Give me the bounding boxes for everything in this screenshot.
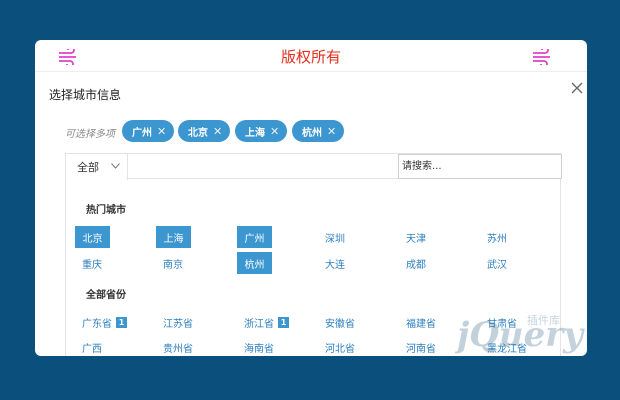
province-label: 广西 bbox=[82, 343, 102, 355]
chip-label: 杭州 bbox=[302, 127, 322, 139]
city-nanjing[interactable]: 南京 bbox=[163, 252, 183, 274]
city-label: 南京 bbox=[163, 259, 183, 271]
chip-label: 北京 bbox=[188, 127, 208, 139]
city-label: 广州 bbox=[244, 233, 265, 245]
page-card: 版权所有 选择城市信息 可选择多项 广州 ✕ 北京 ✕ 上海 ✕ 杭州 ✕ 全部 bbox=[35, 40, 587, 356]
watermark-text: 插件库 bbox=[527, 313, 560, 327]
hot-cities-title: 热门城市 bbox=[86, 205, 126, 216]
chip-remove-icon[interactable]: ✕ bbox=[270, 125, 279, 138]
city-label: 大连 bbox=[325, 259, 345, 271]
city-suzhou[interactable]: 苏州 bbox=[487, 226, 507, 248]
chip-label: 上海 bbox=[245, 127, 265, 139]
brand-text: 版权所有 bbox=[280, 48, 341, 66]
tab-all[interactable]: 全部 bbox=[66, 154, 128, 180]
city-label: 苏州 bbox=[487, 233, 507, 245]
close-icon[interactable] bbox=[571, 82, 583, 94]
top-bar: 版权所有 bbox=[35, 40, 587, 72]
wind-icon bbox=[533, 49, 550, 65]
province-label: 贵州省 bbox=[163, 343, 193, 355]
province-anhui[interactable]: 安徽省 bbox=[325, 311, 355, 333]
selected-chip-guangzhou[interactable]: 广州 ✕ bbox=[122, 120, 175, 142]
city-hangzhou[interactable]: 杭州 bbox=[237, 252, 272, 274]
province-label: 河北省 bbox=[325, 343, 355, 355]
all-provinces-title: 全部省份 bbox=[86, 290, 126, 301]
svg-text:jQuery: jQuery bbox=[455, 315, 585, 355]
city-beijing[interactable]: 北京 bbox=[75, 226, 110, 248]
selected-chip-shanghai[interactable]: 上海 ✕ bbox=[235, 120, 288, 142]
city-label: 成都 bbox=[406, 259, 426, 271]
watermark-logo: jQuery 插件库 bbox=[455, 313, 585, 355]
count-badge: 1 bbox=[278, 316, 289, 328]
selected-chip-hangzhou[interactable]: 杭州 ✕ bbox=[292, 120, 345, 142]
province-label: 海南省 bbox=[244, 343, 274, 355]
chevron-down-icon bbox=[111, 163, 120, 169]
city-label: 重庆 bbox=[82, 259, 102, 271]
city-chengdu[interactable]: 成都 bbox=[406, 252, 426, 274]
search-input[interactable] bbox=[398, 154, 562, 179]
chip-label: 广州 bbox=[132, 127, 152, 139]
city-chongqing[interactable]: 重庆 bbox=[82, 252, 102, 274]
province-label: 福建省 bbox=[406, 318, 436, 330]
multi-select-hint: 可选择多项 bbox=[65, 129, 115, 140]
city-label: 武汉 bbox=[487, 259, 507, 271]
province-label: 浙江省 bbox=[244, 318, 274, 330]
selected-chip-beijing[interactable]: 北京 ✕ bbox=[178, 120, 231, 142]
city-wuhan[interactable]: 武汉 bbox=[487, 252, 507, 274]
city-label: 上海 bbox=[163, 233, 184, 245]
city-shenzhen[interactable]: 深圳 bbox=[325, 226, 345, 248]
province-guangdong[interactable]: 广东省 1 bbox=[82, 311, 127, 333]
city-label: 天津 bbox=[406, 233, 426, 245]
chip-remove-icon[interactable]: ✕ bbox=[157, 125, 166, 138]
province-label: 江苏省 bbox=[163, 318, 193, 330]
city-shanghai[interactable]: 上海 bbox=[156, 226, 191, 248]
province-label: 河南省 bbox=[406, 343, 436, 355]
city-label: 北京 bbox=[82, 233, 103, 245]
chip-remove-icon[interactable]: ✕ bbox=[213, 125, 222, 138]
city-dalian[interactable]: 大连 bbox=[325, 252, 345, 274]
city-label: 深圳 bbox=[325, 233, 345, 245]
province-guizhou[interactable]: 贵州省 bbox=[163, 336, 193, 356]
province-hebei[interactable]: 河北省 bbox=[325, 336, 355, 356]
province-henan[interactable]: 河南省 bbox=[406, 336, 436, 356]
province-guangxi[interactable]: 广西 bbox=[82, 336, 102, 356]
city-tianjin[interactable]: 天津 bbox=[406, 226, 426, 248]
city-label: 杭州 bbox=[244, 259, 265, 271]
province-label: 广东省 bbox=[82, 318, 112, 330]
province-zhejiang[interactable]: 浙江省 1 bbox=[244, 311, 289, 333]
selector-tab-bar: 全部 bbox=[66, 154, 562, 180]
city-guangzhou[interactable]: 广州 bbox=[237, 226, 272, 248]
province-label: 安徽省 bbox=[325, 318, 355, 330]
dialog-title: 选择城市信息 bbox=[49, 88, 122, 102]
province-hainan[interactable]: 海南省 bbox=[244, 336, 274, 356]
tab-all-label: 全部 bbox=[77, 161, 99, 174]
count-badge: 1 bbox=[116, 316, 127, 328]
chip-remove-icon[interactable]: ✕ bbox=[327, 125, 336, 138]
province-fujian[interactable]: 福建省 bbox=[406, 311, 436, 333]
province-jiangsu[interactable]: 江苏省 bbox=[163, 311, 193, 333]
